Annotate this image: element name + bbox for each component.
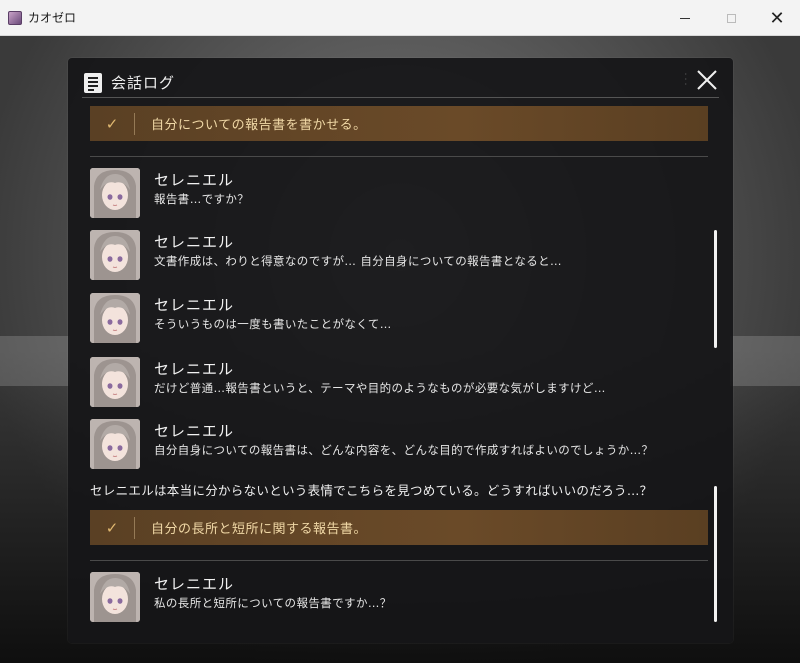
maximize-button[interactable] (708, 0, 754, 36)
speaker-name: セレニエル (154, 575, 235, 593)
window-controls: ✕ (662, 0, 800, 36)
portrait-image (90, 357, 140, 407)
close-icon: ✕ (769, 7, 785, 29)
speaker-name: セレニエル (154, 296, 235, 314)
speaker-name: セレニエル (154, 233, 235, 251)
narration-text: セレニエルは本当に分からないという表情でこちらを見つめている。どうすればいいのだ… (90, 483, 653, 498)
choice-text: 自分についての報告書を書かせる。 (151, 118, 367, 133)
check-icon: ✓ (90, 112, 135, 135)
speaker-avatar (90, 168, 140, 218)
conversation-log-panel: 会話ログ · · · ✓ 自分についての報告書を書かせる。 セレニエル 報告書…です… (68, 58, 733, 643)
scrollbar-thumb[interactable] (714, 486, 717, 622)
speaker-name: セレニエル (154, 422, 235, 440)
log-message: セレニエル 私の長所と短所についての報告書ですか…？ (90, 572, 710, 624)
divider (90, 560, 708, 561)
speaker-avatar (90, 230, 140, 280)
message-text: 文書作成は、わりと得意なのですが… 自分自身についての報告書となると… (154, 254, 562, 268)
speaker-avatar (90, 419, 140, 469)
speaker-avatar (90, 572, 140, 622)
minimize-button[interactable] (662, 0, 708, 36)
message-text: 自分自身についての報告書は、どんな内容を、どんな目的で作成すればよいのでしょうか… (154, 443, 654, 457)
minimize-icon (680, 17, 690, 19)
maximize-icon (726, 13, 736, 23)
portrait-image (90, 293, 140, 343)
divider (90, 156, 708, 157)
portrait-image (90, 230, 140, 280)
drag-handle-icon[interactable]: · · · (684, 71, 687, 89)
scene-decoration (0, 336, 70, 386)
close-log-button[interactable] (695, 69, 719, 93)
portrait-image (90, 168, 140, 218)
portrait-image (90, 419, 140, 469)
log-message: セレニエル だけど普通…報告書というと、テーマや目的のようなものが必要な気がしま… (90, 357, 710, 409)
log-message: セレニエル 報告書…ですか？ (90, 168, 710, 220)
window-title: カオゼロ (28, 11, 77, 25)
log-choice[interactable]: ✓ 自分についての報告書を書かせる。 (90, 106, 708, 141)
close-window-button[interactable]: ✕ (754, 0, 800, 36)
log-choice[interactable]: ✓ 自分の長所と短所に関する報告書。 (90, 510, 708, 545)
speaker-avatar (90, 293, 140, 343)
speaker-name: セレニエル (154, 360, 235, 378)
app-icon (8, 10, 22, 25)
scrollbar-thumb[interactable] (714, 230, 717, 348)
choice-text: 自分の長所と短所に関する報告書。 (151, 522, 368, 537)
panel-title: 会話ログ (111, 74, 176, 92)
message-text: 報告書…ですか？ (154, 192, 250, 206)
speaker-name: セレニエル (154, 171, 235, 189)
document-list-icon (84, 72, 102, 93)
portrait-image (90, 572, 140, 622)
log-message: セレニエル 文書作成は、わりと得意なのですが… 自分自身についての報告書となると… (90, 230, 710, 282)
log-message: セレニエル 自分自身についての報告書は、どんな内容を、どんな目的で作成すればよい… (90, 419, 710, 471)
panel-header: 会話ログ · · · (82, 68, 719, 98)
speaker-avatar (90, 357, 140, 407)
check-icon: ✓ (90, 516, 135, 539)
log-message: セレニエル そういうものは一度も書いたことがなくて… (90, 293, 710, 345)
scene-decoration (730, 336, 800, 386)
message-text: 私の長所と短所についての報告書ですか…？ (154, 596, 392, 610)
message-text: だけど普通…報告書というと、テーマや目的のようなものが必要な気がしますけど… (154, 381, 606, 395)
close-icon (697, 70, 717, 90)
window-titlebar: カオゼロ ✕ (0, 0, 800, 36)
message-text: そういうものは一度も書いたことがなくて… (154, 317, 392, 331)
